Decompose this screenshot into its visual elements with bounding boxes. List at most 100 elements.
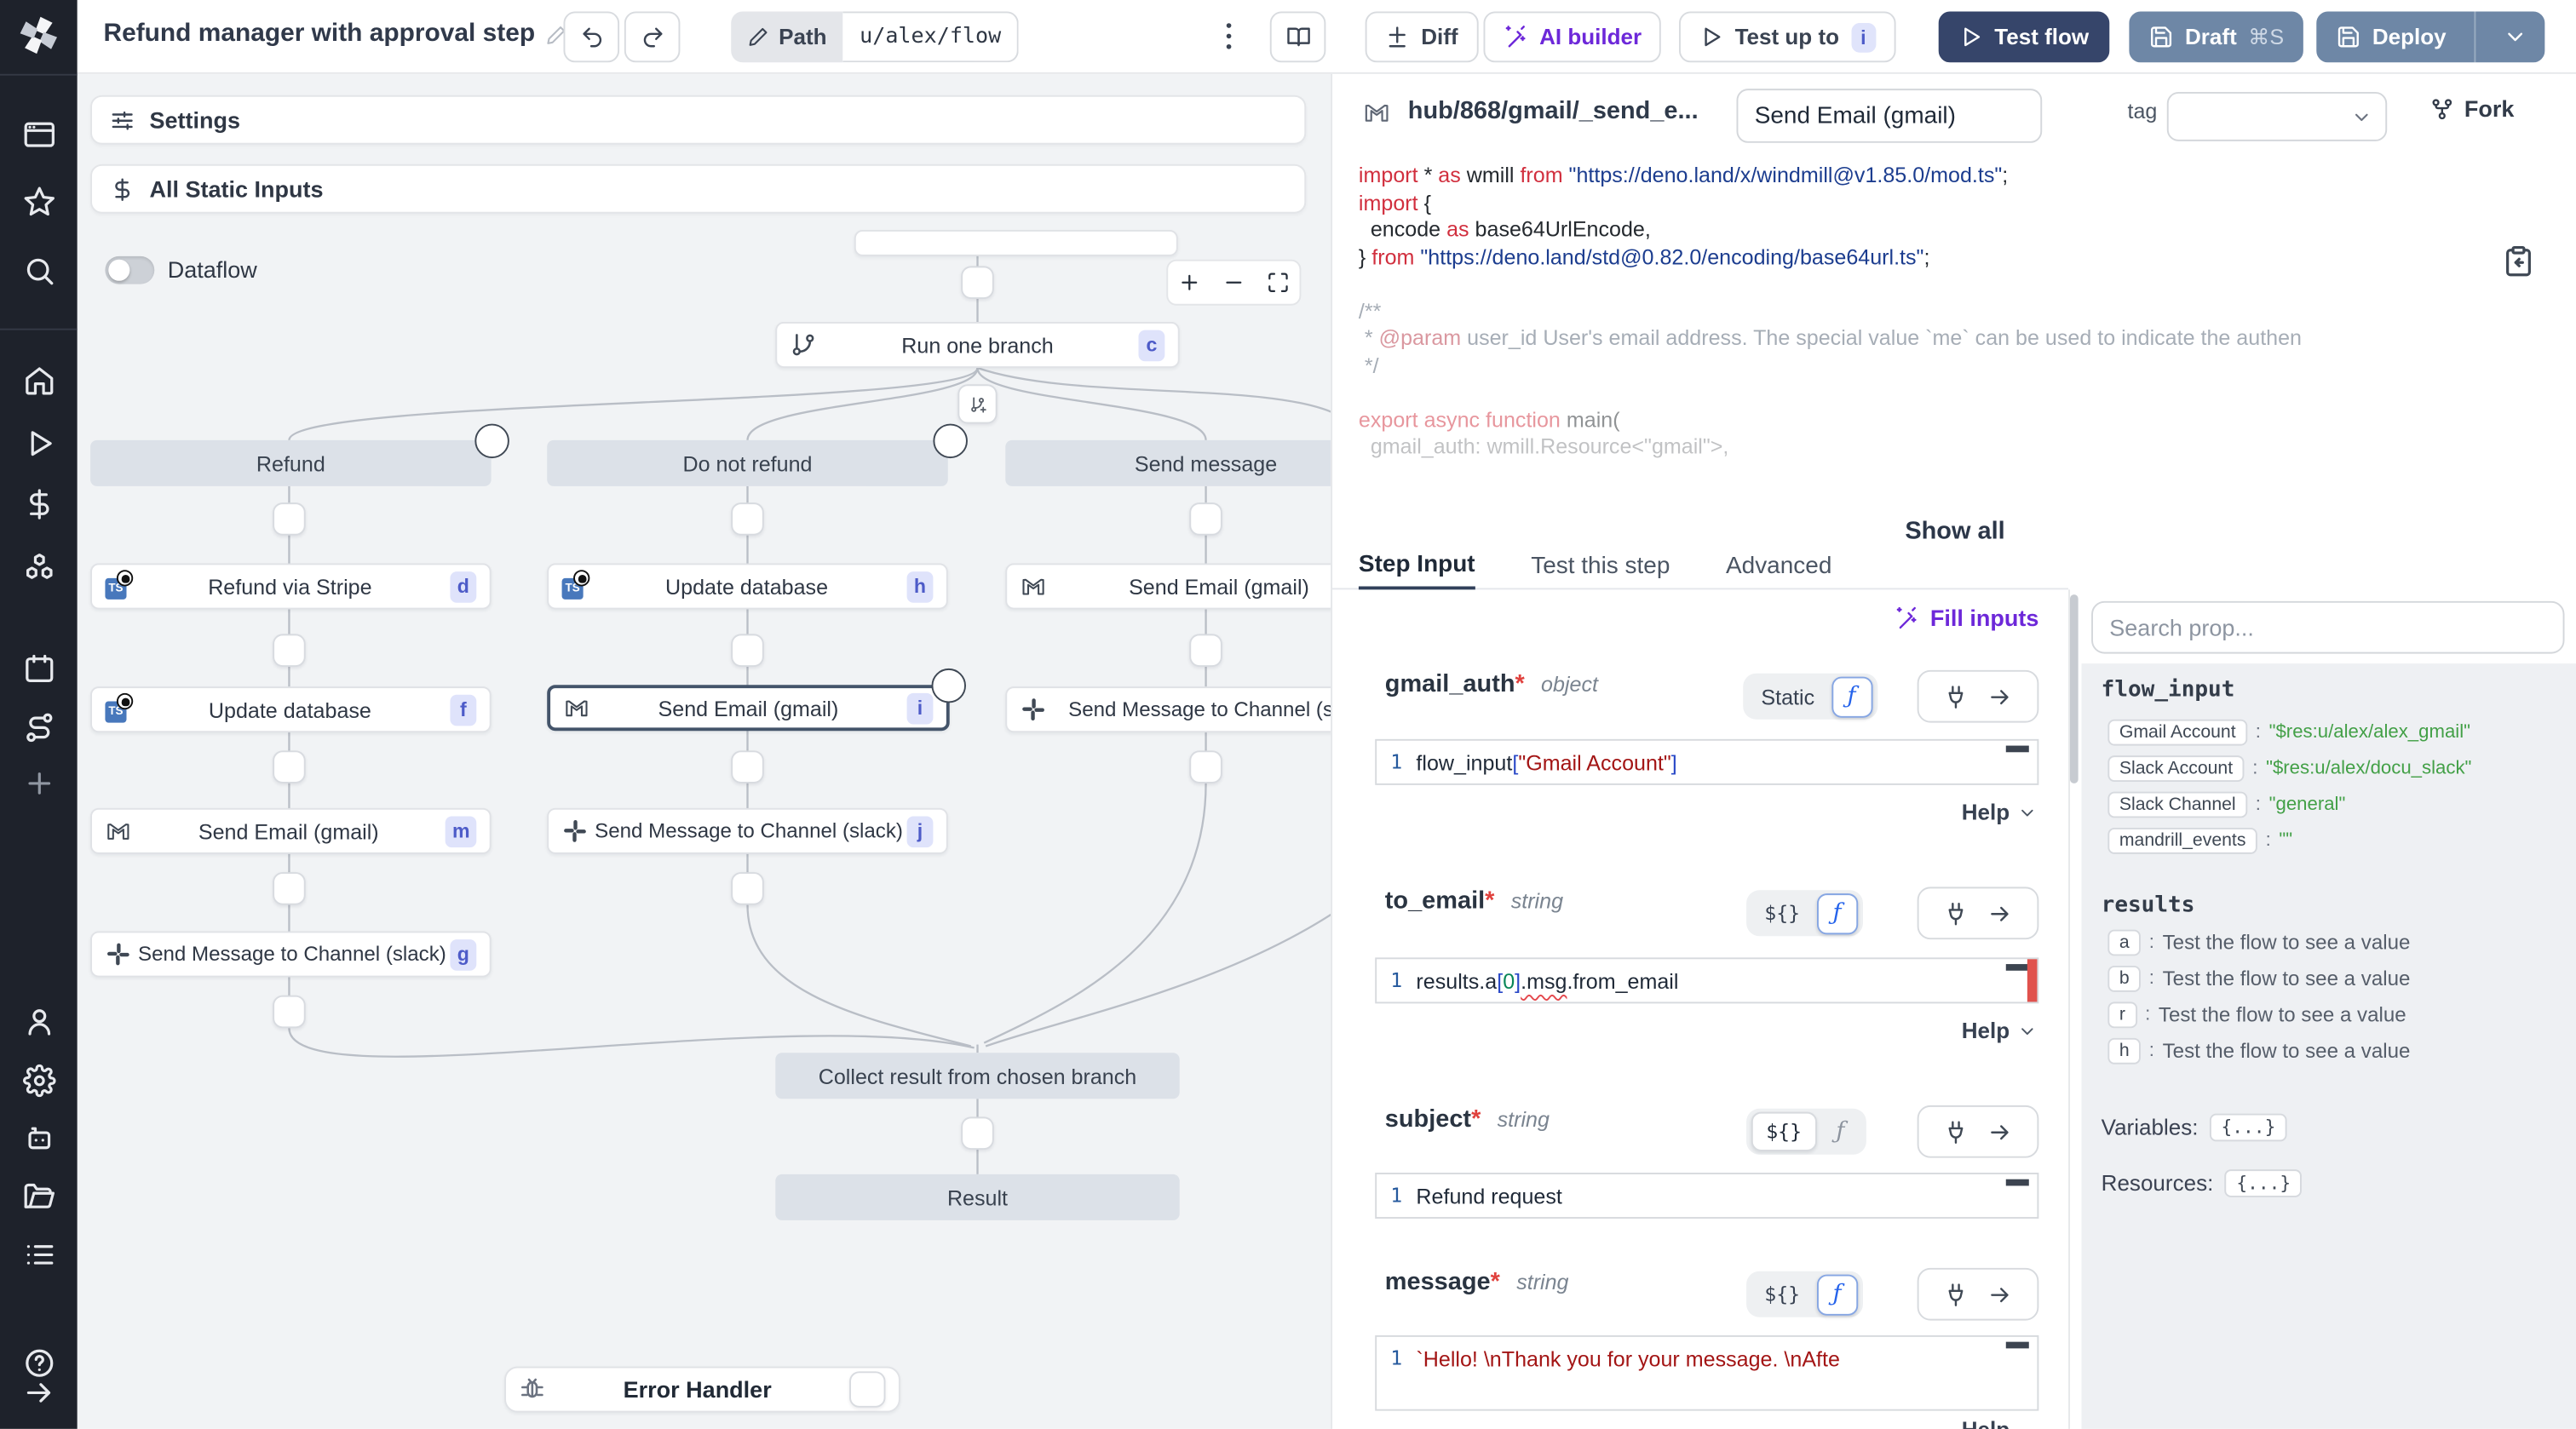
more-menu-icon[interactable] xyxy=(1210,18,1246,54)
deploy-button[interactable]: Deploy xyxy=(2316,11,2545,63)
add-step-connector[interactable] xyxy=(731,502,764,536)
step-summary-input[interactable] xyxy=(1736,89,2043,143)
sidebar-item-ai[interactable] xyxy=(22,1122,55,1155)
add-step-connector[interactable] xyxy=(273,502,306,536)
add-step-connector[interactable] xyxy=(731,634,764,667)
message-editor[interactable]: 1 `Hello! \nThank you for your message. … xyxy=(1375,1334,2039,1411)
run-one-branch-node[interactable]: Run one branch c xyxy=(775,321,1180,368)
arrow-right-icon[interactable] xyxy=(1988,684,2013,709)
collect-result-node[interactable]: Collect result from chosen branch xyxy=(775,1053,1180,1099)
zoom-out-icon[interactable] xyxy=(1222,271,1245,294)
sidebar-add-icon[interactable] xyxy=(22,767,55,801)
sidebar-item-home[interactable] xyxy=(22,364,55,398)
prop-row[interactable]: mandrill_events: "" xyxy=(2107,827,2292,854)
error-handler-node[interactable]: Error Handler xyxy=(504,1366,900,1413)
arrow-right-icon[interactable] xyxy=(1988,901,2013,926)
plug-icon[interactable] xyxy=(1943,1282,1968,1306)
help-link[interactable]: Help xyxy=(1962,1417,2010,1429)
add-step-connector[interactable] xyxy=(273,995,306,1029)
javascript-mode-option[interactable]: ƒ xyxy=(1816,1273,1858,1315)
test-up-to-button[interactable]: Test up to i xyxy=(1678,11,1896,63)
gmail-auth-expression-editor[interactable]: 1 flow_input["Gmail Account"] xyxy=(1375,738,2039,785)
path-value[interactable]: u/alex/flow xyxy=(842,11,1020,63)
sidebar-item-runs[interactable] xyxy=(22,427,55,460)
add-step-connector[interactable] xyxy=(273,872,306,905)
node-send-slack-l[interactable]: Send Message to Channel (slack xyxy=(1005,686,1331,733)
sidebar-item-resources[interactable] xyxy=(22,550,55,583)
javascript-mode-option[interactable]: ƒ xyxy=(1820,1111,1860,1152)
search-icon[interactable] xyxy=(22,255,55,288)
script-path[interactable]: hub/868/gmail/_send_e... xyxy=(1408,97,1699,125)
node-send-email-i-selected[interactable]: Send Email (gmail) i xyxy=(547,685,950,732)
resources-row[interactable]: Resources: {...} xyxy=(2102,1169,2303,1197)
subject-editor[interactable]: 1 Refund request xyxy=(1375,1172,2039,1219)
sidebar-item-routes[interactable] xyxy=(22,711,55,744)
node-update-database-h[interactable]: TS Update database h xyxy=(547,563,948,610)
undo-button[interactable] xyxy=(563,11,620,63)
remove-branch-button[interactable] xyxy=(933,423,968,459)
template-mode-option[interactable]: ${} xyxy=(1751,902,1814,925)
add-step-connector[interactable] xyxy=(273,634,306,667)
diff-button[interactable]: Diff xyxy=(1365,11,1478,63)
static-mode-option[interactable]: Static xyxy=(1748,684,1828,709)
redo-button[interactable] xyxy=(624,11,681,63)
logout-arrow-icon[interactable] xyxy=(22,1376,55,1409)
test-flow-button[interactable]: Test flow xyxy=(1938,11,2109,63)
tag-select[interactable] xyxy=(2166,91,2388,141)
arrow-right-icon[interactable] xyxy=(1988,1282,2013,1306)
add-step-connector[interactable] xyxy=(273,750,306,783)
arrow-right-icon[interactable] xyxy=(1988,1119,2013,1144)
help-link[interactable]: Help xyxy=(1962,800,2038,824)
flow-input-section-title[interactable]: flow_input xyxy=(2102,677,2235,703)
branch-header-refund[interactable]: Refund xyxy=(90,439,492,486)
sidebar-item-settings[interactable] xyxy=(22,1064,55,1098)
javascript-mode-option[interactable]: ƒ xyxy=(1816,892,1858,934)
sidebar-item-apps[interactable] xyxy=(22,118,55,152)
draft-button[interactable]: Draft ⌘S xyxy=(2129,11,2304,63)
sidebar-item-logs[interactable] xyxy=(22,1238,55,1271)
sidebar-item-folders[interactable] xyxy=(22,1181,55,1214)
scrollbar-thumb[interactable] xyxy=(2069,594,2079,783)
sidebar-item-users[interactable] xyxy=(22,1005,55,1038)
node-send-email-m[interactable]: Send Email (gmail) m xyxy=(90,807,492,854)
prop-row[interactable]: Slack Channel: "general" xyxy=(2107,791,2345,818)
add-step-connector[interactable] xyxy=(1189,634,1222,667)
prop-row[interactable]: Slack Account: "$res:u/alex/docu_slack" xyxy=(2107,755,2471,782)
add-step-connector[interactable] xyxy=(961,266,994,299)
add-step-connector[interactable] xyxy=(961,1116,994,1150)
fill-inputs-button[interactable]: Fill inputs xyxy=(1759,605,2038,631)
ai-builder-button[interactable]: AI builder xyxy=(1483,11,1662,63)
search-prop-input[interactable] xyxy=(2091,600,2565,654)
add-step-connector[interactable] xyxy=(1189,750,1222,783)
sidebar-item-schedules[interactable] xyxy=(22,652,55,686)
add-branch-connector[interactable] xyxy=(957,384,998,424)
help-link[interactable]: Help xyxy=(1962,1019,2038,1043)
add-step-connector[interactable] xyxy=(731,750,764,783)
result-row[interactable]: b: Test the flow to see a value xyxy=(2107,965,2410,992)
to-email-expression-editor[interactable]: 1 results.a[0].msg.from_email xyxy=(1375,957,2039,1004)
tab-advanced[interactable]: Advanced xyxy=(1726,542,1831,589)
add-step-connector[interactable] xyxy=(1189,502,1222,536)
flow-title[interactable]: Refund manager with approval step xyxy=(103,20,566,49)
help-icon[interactable] xyxy=(22,1346,55,1380)
all-static-inputs-row[interactable]: All Static Inputs xyxy=(90,164,1307,214)
tab-step-input[interactable]: Step Input xyxy=(1358,542,1475,590)
plug-icon[interactable] xyxy=(1943,684,1968,709)
zoom-in-icon[interactable] xyxy=(1178,271,1201,294)
copy-code-icon[interactable] xyxy=(2502,244,2535,278)
branch-header-send-message[interactable]: Send message xyxy=(1005,439,1331,486)
result-row[interactable]: r: Test the flow to see a value xyxy=(2107,1001,2406,1029)
input-node-partial[interactable] xyxy=(854,229,1178,256)
fit-view-icon[interactable] xyxy=(1266,271,1289,294)
template-mode-option[interactable]: ${} xyxy=(1751,1283,1814,1306)
javascript-mode-option[interactable]: ƒ xyxy=(1831,675,1872,717)
node-refund-via-stripe[interactable]: TS Refund via Stripe d xyxy=(90,563,492,610)
node-send-email-k[interactable]: Send Email (gmail) xyxy=(1005,563,1331,610)
results-section-title[interactable]: results xyxy=(2102,892,2195,918)
docs-button[interactable] xyxy=(1269,11,1326,63)
show-all-button[interactable]: Show all xyxy=(1332,516,2576,542)
result-node[interactable]: Result xyxy=(775,1174,1180,1220)
tab-test-this-step[interactable]: Test this step xyxy=(1531,542,1670,589)
windmill-logo-icon[interactable] xyxy=(16,13,60,57)
variables-row[interactable]: Variables: {...} xyxy=(2102,1113,2287,1142)
